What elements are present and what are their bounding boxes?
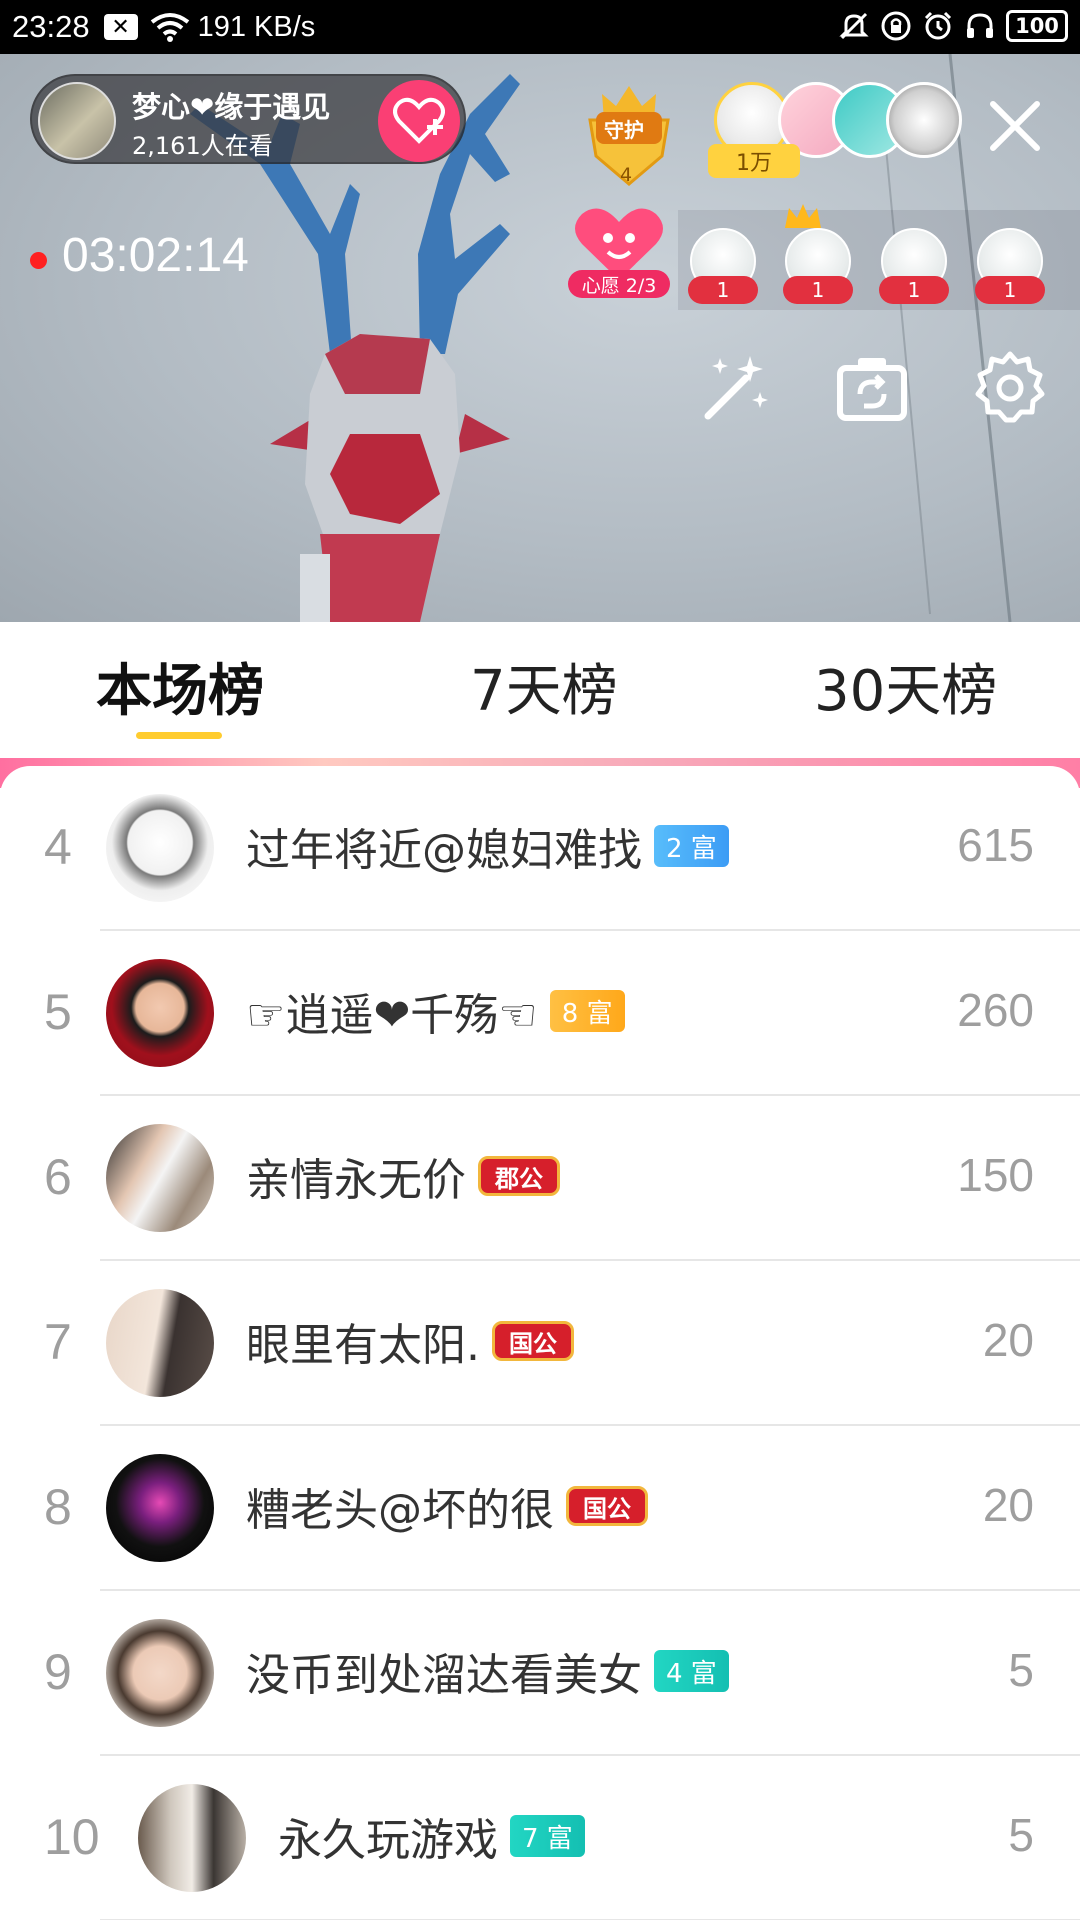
viewer-badge-4: 1 [975,276,1045,304]
crown-icon [785,204,821,228]
contribution-score: 20 [982,1314,1034,1366]
heart-plus-icon [393,97,445,144]
rank-number: 8 [44,1479,72,1535]
rank-number: 10 [44,1809,100,1865]
user-name: 亲情永无价 [246,1155,466,1206]
guard-count: 4 [620,164,633,186]
tab-this-session[interactable]: 本场榜 [96,646,264,727]
ranking-row[interactable]: 9 没币到处溜达看美女 4 富 5 [0,1591,1080,1756]
ranking-row[interactable]: 6 亲情永无价 郡公 150 [0,1096,1080,1261]
ranking-row[interactable]: 5 ☞逍遥❤千殇☜ 8 富 260 [0,931,1080,1096]
avatar[interactable] [106,1289,214,1397]
user-name: 没币到处溜达看美女 [246,1650,642,1701]
avatar[interactable] [106,1124,214,1232]
settings-icon[interactable] [972,350,1048,426]
ranking-list[interactable]: 4 过年将近@媳妇难找 2 富 615 5 ☞逍遥❤千殇☜ 8 富 260 6 … [0,766,1080,1920]
rank-number: 4 [44,819,72,875]
top-fan-avatar-4[interactable] [886,82,962,158]
status-time: 23:28 [12,9,90,44]
recording-dot [30,252,47,269]
wealth-level-badge: 2 富 [654,825,729,867]
tab-30-days[interactable]: 30天榜 [814,646,997,727]
user-name: 过年将近@媳妇难找 [246,825,642,876]
live-elapsed-time: 03:02:14 [62,229,249,282]
rank-number: 9 [44,1644,72,1700]
guard-label: 守护 [604,118,644,142]
wealth-level-badge: 4 富 [654,1650,729,1692]
headphones-icon [967,13,993,38]
follow-button[interactable] [378,80,460,162]
contribution-score: 150 [957,1149,1034,1201]
noble-title-badge: 国公 [566,1486,648,1526]
ranking-row[interactable]: 10 永久玩游戏 7 富 5 [0,1756,1080,1920]
ranking-tabs: 本场榜 7天榜 30天榜 [0,622,1080,760]
user-name: 糟老头@坏的很 [246,1485,554,1536]
contribution-score: 615 [957,819,1034,871]
viewer-badge-3: 1 [879,276,949,304]
ranking-row[interactable]: 7 眼里有太阳. 国公 20 [0,1261,1080,1426]
ranking-row[interactable]: 8 糟老头@坏的很 国公 20 [0,1426,1080,1591]
contribution-score: 260 [957,984,1034,1036]
rank-number: 5 [44,984,72,1040]
status-bar: 23:28 ✕ 191 KB/s 100 [0,0,1080,54]
close-icon[interactable] [985,96,1045,156]
wealth-level-badge: 7 富 [510,1815,585,1857]
contribution-score: 5 [1008,1644,1034,1696]
noble-title-badge: 国公 [492,1321,574,1361]
avatar[interactable] [138,1784,246,1892]
wish-progress-label: 心愿 2/3 [568,270,670,298]
rotation-lock-icon [881,11,911,41]
active-tab-indicator [136,732,222,739]
flip-camera-icon[interactable] [834,350,910,426]
close-notification-icon: ✕ [103,14,138,40]
host-info-pill[interactable]: 梦心❤缘于遇见 2,161人在看 [30,74,466,164]
rank-number: 7 [44,1314,72,1370]
viewer-badge-2: 1 [783,276,853,304]
avatar[interactable] [106,794,214,902]
wifi-icon [150,13,189,42]
user-name: 眼里有太阳. [246,1320,480,1371]
host-avatar[interactable] [38,82,116,160]
guard-badge[interactable]: 守护 4 [582,80,676,190]
magic-wand-icon[interactable] [698,350,774,426]
user-name: ☞逍遥❤千殇☜ [246,990,538,1041]
rank-number: 6 [44,1149,72,1205]
contribution-score: 5 [1008,1809,1034,1861]
contribution-score: 20 [982,1479,1034,1531]
avatar[interactable] [106,959,214,1067]
wealth-level-badge: 8 富 [549,990,625,1032]
viewer-count: 2,161人在看 [132,132,273,160]
wish-widget[interactable]: 心愿 2/3 [568,204,670,304]
avatar[interactable] [106,1454,214,1562]
top-contribution-value: 1万 [708,144,800,178]
ranking-row[interactable]: 4 过年将近@媳妇难找 2 富 615 [0,766,1080,931]
mute-icon [839,12,869,40]
tab-7-days[interactable]: 7天榜 [470,646,618,727]
host-name: 梦心❤缘于遇见 [132,90,331,124]
alarm-icon [924,11,952,40]
user-name: 永久玩游戏 [278,1815,498,1866]
avatar[interactable] [106,1619,214,1727]
network-speed: 191 KB/s [197,10,316,43]
viewer-badge-1: 1 [688,276,758,304]
live-stream-view[interactable]: 梦心❤缘于遇见 2,161人在看 守护 4 1万 03:02:14 心愿 2/3… [0,54,1080,622]
battery-icon: 100 [1006,10,1068,42]
noble-title-badge: 郡公 [478,1156,560,1196]
